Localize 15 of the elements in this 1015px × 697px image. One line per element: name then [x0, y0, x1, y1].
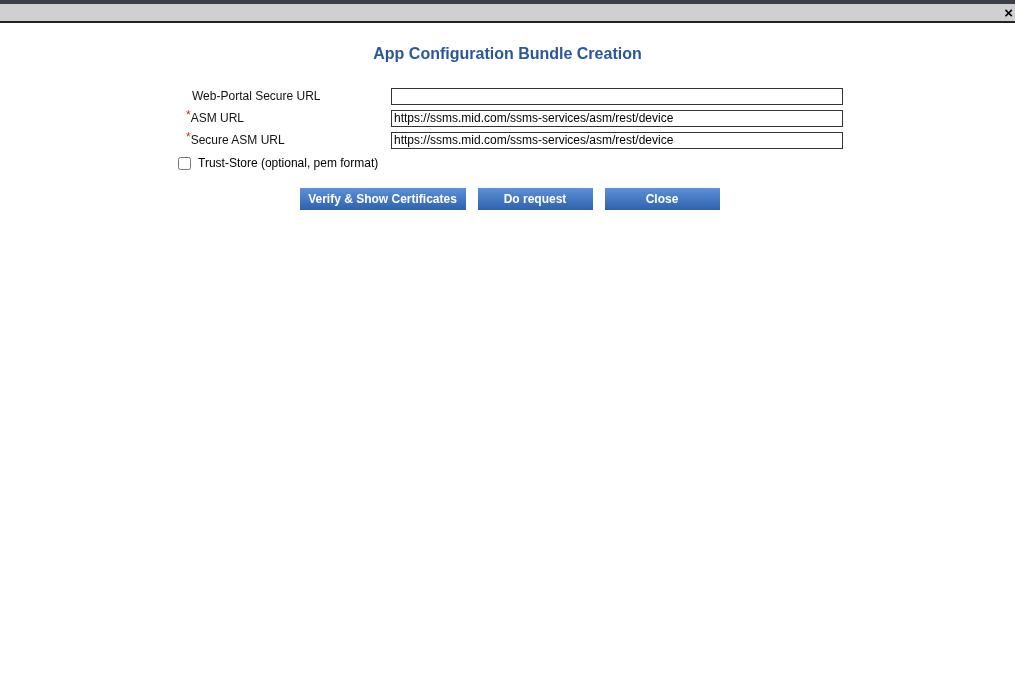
checkbox-label: Trust-Store (optional, pem format)	[198, 156, 379, 170]
field-label: ASM URL	[190, 111, 244, 125]
checkbox[interactable]	[178, 156, 191, 170]
action-button[interactable]: Close	[604, 188, 720, 210]
field-label: Secure ASM URL	[190, 133, 285, 147]
input-field[interactable]: https://ssms.mid.com/ssms-services/asm/rest/device	[391, 109, 843, 127]
action-button[interactable]: Verify & Show Certificates	[299, 188, 466, 210]
dialog-title: App Configuration Bundle Creation	[372, 45, 643, 64]
input-field[interactable]	[391, 87, 843, 105]
input-field[interactable]: https://ssms.mid.com/ssms-services/asm/rest/device	[391, 131, 843, 149]
required-mark: *	[186, 133, 191, 141]
field-label: Web-Portal Secure URL	[192, 89, 321, 103]
close-button[interactable]: ×	[1002, 5, 1015, 20]
action-button[interactable]: Do request	[477, 188, 593, 210]
required-mark: *	[186, 111, 191, 119]
